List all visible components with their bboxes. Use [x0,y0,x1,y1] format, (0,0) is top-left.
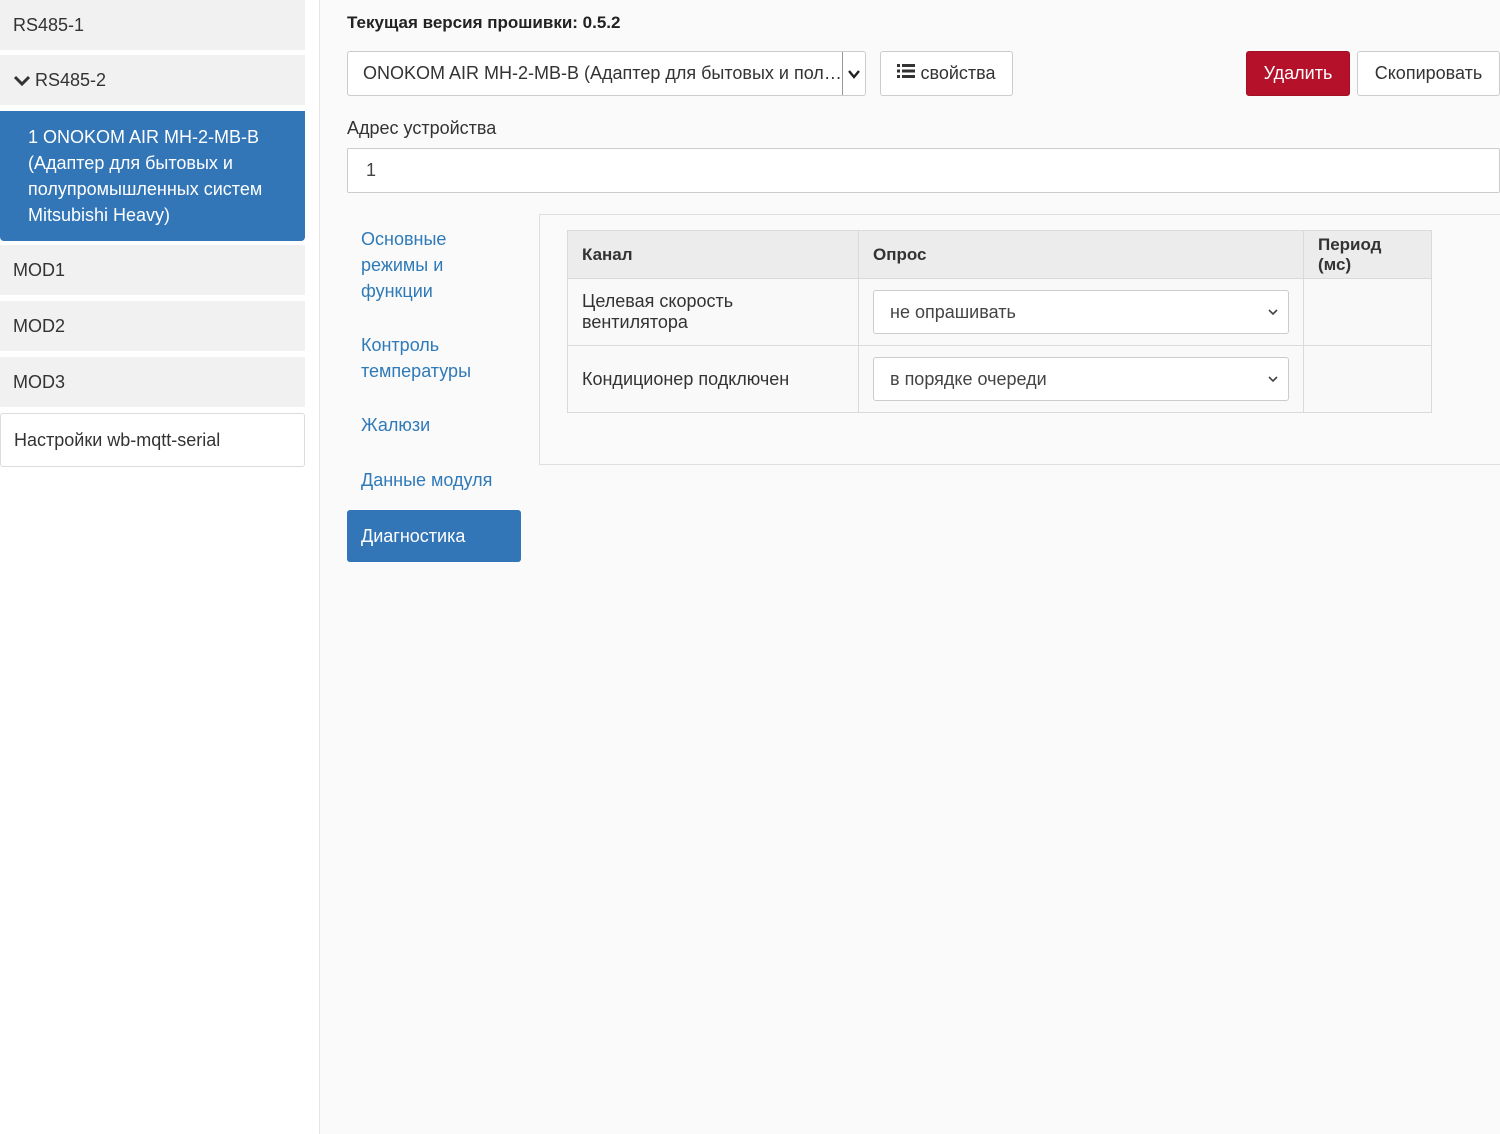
properties-label: свойства [920,63,996,83]
poll-select-value: не опрашивать [890,301,1016,322]
sidebar-item-label: Настройки wb-mqtt-serial [14,429,221,450]
tab-label: Диагностика [361,526,466,546]
properties-button[interactable]: свойства [880,51,1013,96]
table-row: Кондиционер подключен в порядке очереди [567,345,1432,413]
sidebar-item-mod2[interactable]: MOD2 [0,301,305,351]
period-cell[interactable] [1303,345,1432,413]
chevron-down-icon [13,71,31,89]
copy-button[interactable]: Скопировать [1357,51,1500,96]
sidebar-item-rs485-1[interactable]: RS485-1 [0,0,305,50]
sidebar-item-label: MOD3 [13,371,66,392]
sidebar-item-mod3[interactable]: MOD3 [0,357,305,407]
delete-button[interactable]: Удалить [1246,51,1350,96]
column-header-period: Период (мс) [1303,230,1432,279]
tab-module-data[interactable]: Данные модуля [361,467,492,493]
tab-louvers[interactable]: Жалюзи [361,412,430,438]
firmware-version: Текущая версия прошивки: 0.5.2 [347,13,621,32]
device-template-value: ONOKOM AIR MH-2-MB-B (Адаптер для бытовы… [363,63,842,83]
sidebar-item-device[interactable]: 1 ONOKOM AIR MH-2-MB-B (Адаптер для быто… [0,111,305,241]
device-template-select[interactable]: ONOKOM AIR MH-2-MB-B (Адаптер для бытовы… [347,51,866,96]
poll-cell: в порядке очереди [858,345,1304,413]
address-input[interactable]: 1 [347,148,1500,193]
sidebar: RS485-1 RS485-2 1 ONOKOM AIR MH-2-MB-B (… [0,0,320,1134]
channel-name: Кондиционер подключен [567,345,859,413]
column-header-poll: Опрос [858,230,1304,279]
sidebar-item-label: MOD1 [13,259,66,280]
table-header-row: Канал Опрос Период (мс) [567,230,1432,279]
channel-name: Целевая скорость вентилятора [567,278,859,346]
column-header-channel: Канал [567,230,859,279]
chevron-down-icon [1268,376,1278,383]
sidebar-item-settings[interactable]: Настройки wb-mqtt-serial [0,413,305,467]
poll-select-value: в порядке очереди [890,368,1047,389]
tab-temperature-control[interactable]: Контроль температуры [361,332,501,384]
poll-select[interactable]: не опрашивать [873,290,1289,334]
tab-diagnostics[interactable]: Диагностика [347,510,521,562]
tab-main-modes[interactable]: Основные режимы и функции [361,226,481,304]
address-label: Адрес устройства [347,118,497,138]
poll-select[interactable]: в порядке очереди [873,357,1289,401]
table-row: Целевая скорость вентилятора не опрашива… [567,278,1432,346]
poll-cell: не опрашивать [858,278,1304,346]
sidebar-item-label: MOD2 [13,315,66,336]
channels-table: Канал Опрос Период (мс) Целевая скорость… [567,230,1432,413]
sidebar-item-mod1[interactable]: MOD1 [0,245,305,295]
sidebar-item-label: RS485-2 [35,69,107,90]
chevron-down-icon [842,52,865,95]
sidebar-item-label: 1 ONOKOM AIR MH-2-MB-B (Адаптер для быто… [28,127,263,225]
chevron-down-icon [1268,309,1278,316]
sidebar-item-rs485-2[interactable]: RS485-2 [0,55,305,105]
sidebar-item-label: RS485-1 [13,14,85,35]
period-cell[interactable] [1303,278,1432,346]
list-icon [897,63,916,84]
